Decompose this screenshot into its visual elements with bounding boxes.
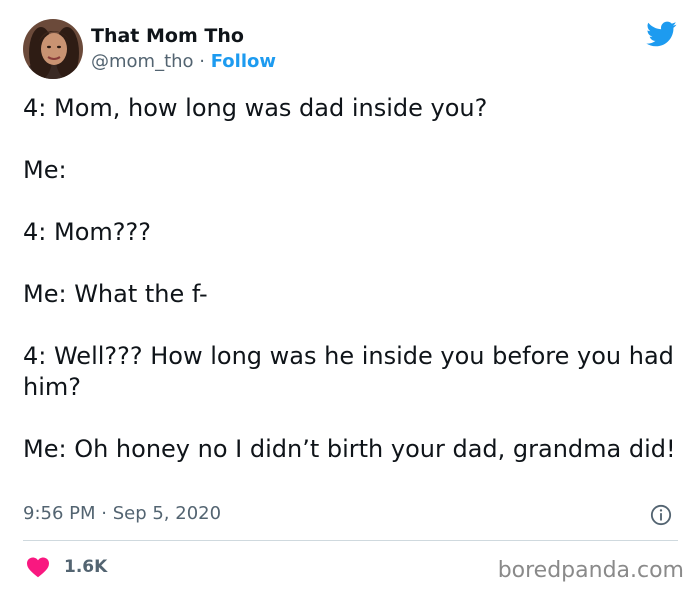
tweet-text: 4: Mom, how long was dad inside you? Me:… xyxy=(23,93,678,465)
tweet-header: That Mom Tho @mom_tho · Follow xyxy=(23,17,276,81)
watermark: boredpanda.com xyxy=(497,558,684,583)
tweet-line: Me: What the f- xyxy=(23,280,208,308)
tweet-line: 4: Well??? How long was he inside you be… xyxy=(23,342,674,401)
separator-dot: · xyxy=(193,51,211,72)
avatar[interactable] xyxy=(23,19,83,79)
tweet-date: Sep 5, 2020 xyxy=(112,503,222,524)
avatar-image xyxy=(23,19,83,79)
tweet-line: Me: Oh honey no I didn’t birth your dad,… xyxy=(23,435,676,463)
handle[interactable]: @mom_tho xyxy=(91,51,194,72)
display-name[interactable]: That Mom Tho xyxy=(91,24,276,48)
tweet-time: 9:56 PM xyxy=(23,503,96,524)
separator-dot: · xyxy=(95,503,113,524)
user-info: That Mom Tho @mom_tho · Follow xyxy=(91,24,276,74)
tweet-line: 4: Mom, how long was dad inside you? xyxy=(23,94,488,122)
twitter-bird-icon[interactable] xyxy=(645,18,677,50)
heart-icon[interactable] xyxy=(26,556,50,578)
info-icon[interactable] xyxy=(650,504,672,526)
tweet-line: 4: Mom??? xyxy=(23,218,151,246)
tweet-card: That Mom Tho @mom_tho · Follow 4: Mom, h… xyxy=(0,0,700,593)
follow-link[interactable]: Follow xyxy=(211,51,276,72)
like-action[interactable]: 1.6K xyxy=(26,555,107,579)
tweet-line: Me: xyxy=(23,156,67,184)
divider xyxy=(23,540,678,541)
tweet-timestamp[interactable]: 9:56 PM · Sep 5, 2020 xyxy=(23,502,221,526)
like-count: 1.6K xyxy=(64,557,108,577)
handle-row: @mom_tho · Follow xyxy=(91,50,276,74)
